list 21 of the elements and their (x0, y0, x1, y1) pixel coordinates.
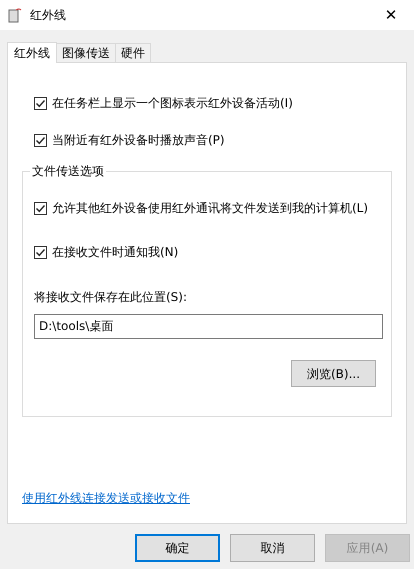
tab[interactable]: 图像传送 (56, 43, 116, 62)
group-title: 文件传送选项 (30, 164, 106, 178)
browse-button[interactable]: 浏览(B)... (291, 360, 376, 387)
dialog-button[interactable]: 确定 (135, 534, 220, 562)
checkbox[interactable] (34, 246, 47, 258)
checkbox[interactable] (34, 96, 47, 110)
tab[interactable]: 硬件 (115, 43, 151, 62)
checkbox-label: 允许其他红外设备使用红外通讯将文件发送到我的计算机(L) (52, 200, 368, 217)
tab[interactable]: 红外线 (7, 42, 57, 63)
dialog-button[interactable]: 取消 (230, 534, 315, 562)
checkbox[interactable] (34, 134, 47, 146)
device-icon (8, 7, 22, 23)
save-location-label: 将接收文件保存在此位置(S): (34, 289, 188, 306)
checkbox[interactable] (34, 202, 47, 214)
link[interactable]: 使用红外线连接发送或接收文件 (22, 491, 190, 505)
checkbox-label: 在任务栏上显示一个图标表示红外设备活动(I) (52, 95, 293, 112)
window-title: 红外线 (30, 7, 66, 24)
close-button[interactable]: ✕ (376, 2, 406, 28)
checkbox-label: 在接收文件时通知我(N) (52, 244, 178, 261)
checkbox-label: 当附近有红外设备时播放声音(P) (52, 132, 225, 149)
path-field[interactable]: D:\tools\桌面 (34, 314, 383, 339)
